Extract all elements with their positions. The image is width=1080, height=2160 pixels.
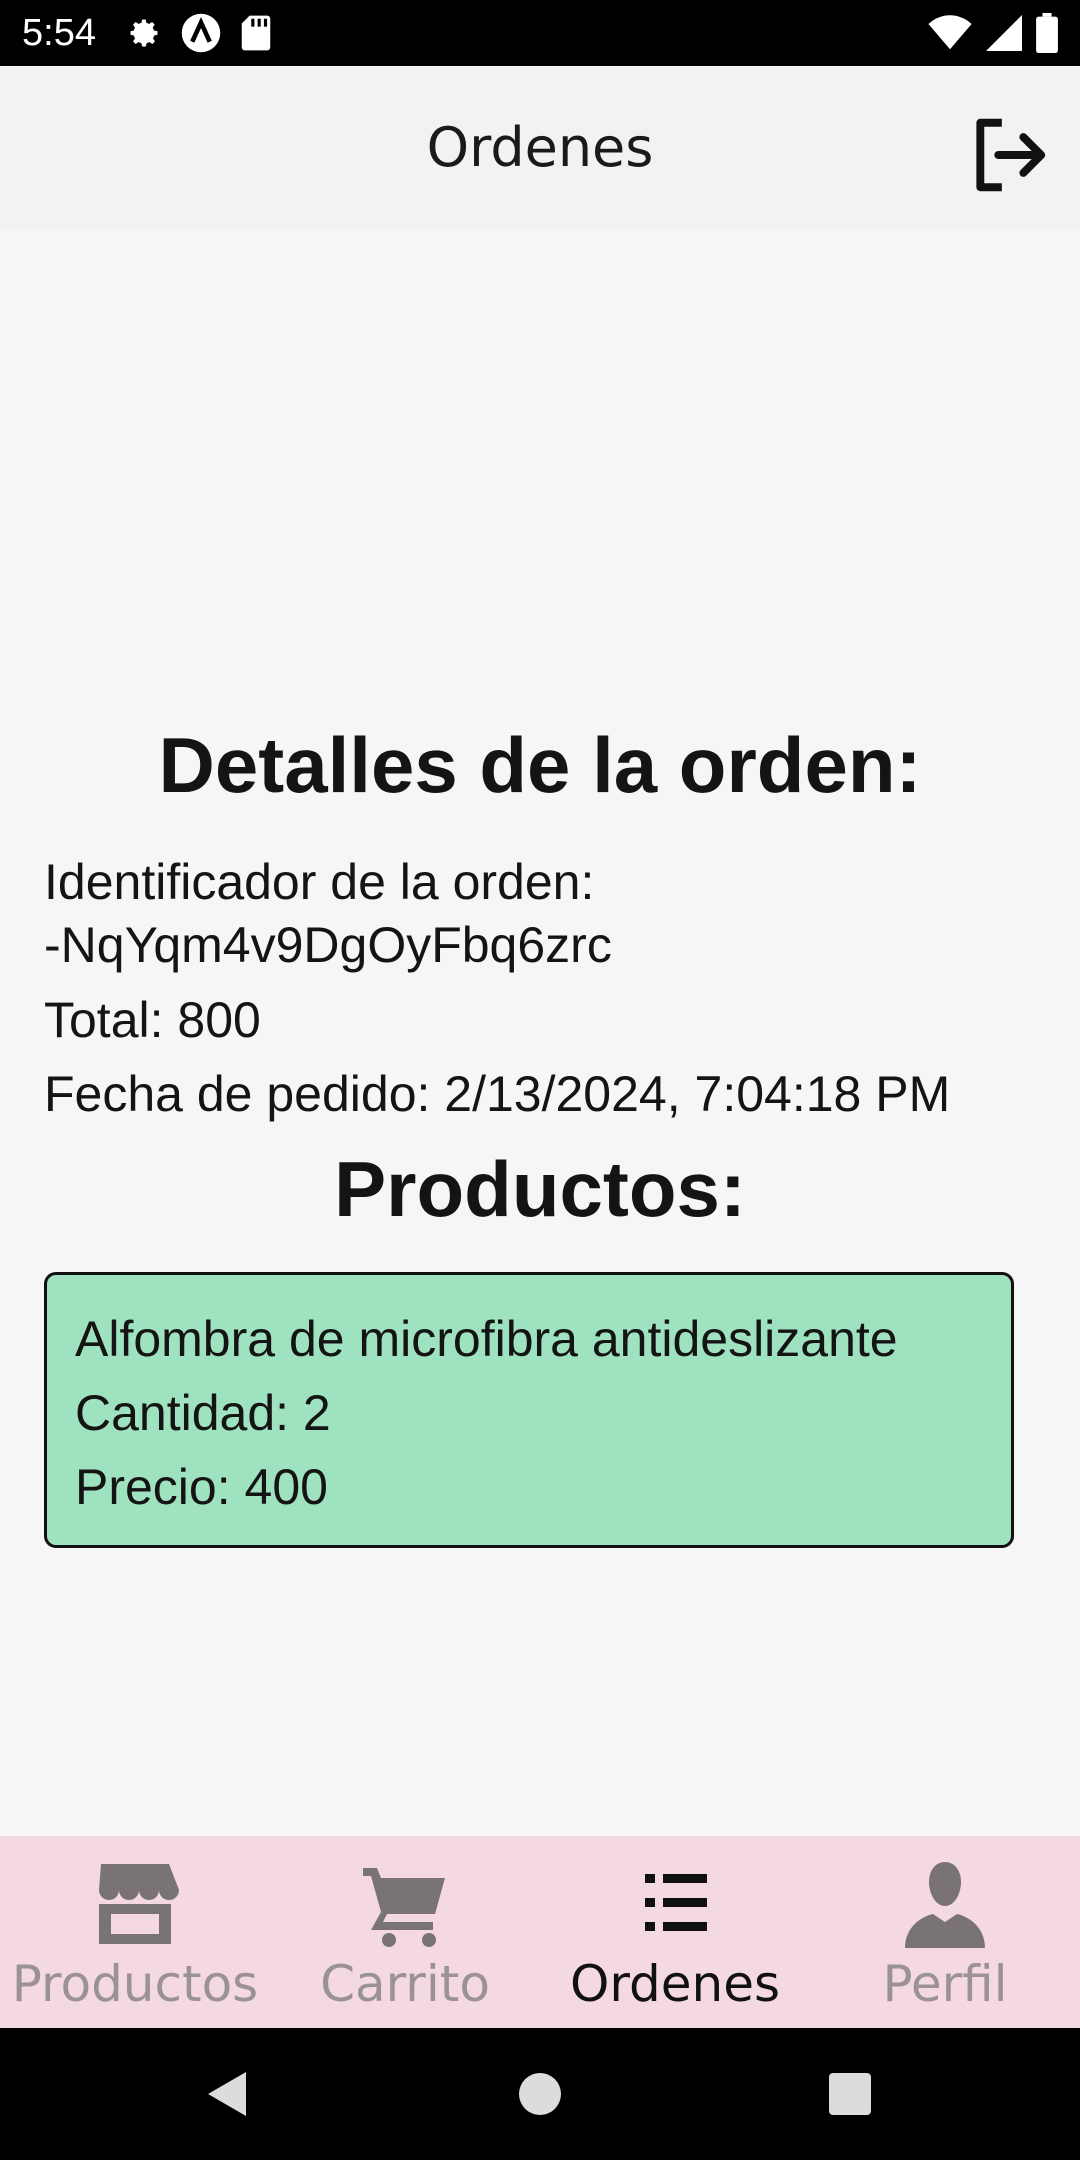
bottom-nav: Productos Carrito Ordenes Perfil — [0, 1836, 1080, 2028]
logout-button[interactable] — [966, 112, 1052, 198]
products-heading: Productos: — [334, 1145, 746, 1233]
tab-carrito[interactable]: Carrito — [270, 1836, 540, 2028]
list-icon — [645, 1874, 707, 1931]
wifi-icon — [928, 15, 972, 50]
page-title: Ordenes — [426, 116, 654, 179]
tab-label: Productos — [11, 1955, 259, 2013]
logout-icon — [976, 118, 1046, 192]
tab-perfil[interactable]: Perfil — [810, 1836, 1080, 2028]
product-card: Alfombra de microfibra antideslizante Ca… — [44, 1272, 1014, 1548]
tab-productos[interactable]: Productos — [0, 1836, 270, 2028]
product-name: Alfombra de microfibra antideslizante — [75, 1311, 898, 1367]
tab-label: Perfil — [882, 1955, 1008, 2013]
recents-icon[interactable] — [820, 2064, 880, 2124]
person-icon — [905, 1862, 985, 1948]
tab-ordenes[interactable]: Ordenes — [540, 1836, 810, 2028]
app-header: Ordenes — [0, 66, 1080, 230]
status-time: 5:54 — [22, 12, 96, 54]
order-total: Total: 800 — [44, 992, 261, 1048]
order-date: Fecha de pedido: 2/13/2024, 7:04:18 PM — [44, 1066, 951, 1122]
status-icons-right — [928, 10, 1058, 56]
order-id-value: -NqYqm4v9DgOyFbq6zrc — [44, 917, 612, 973]
gear-icon — [130, 19, 158, 47]
battery-icon — [1036, 13, 1058, 53]
a-icon — [181, 13, 221, 53]
tab-label: Carrito — [320, 1955, 490, 2013]
cart-icon — [363, 1868, 445, 1947]
store-icon — [99, 1864, 179, 1944]
sd-card-icon — [241, 15, 271, 51]
status-bar: 5:54 — [0, 0, 1080, 66]
status-icons-left — [126, 12, 272, 54]
order-details-heading: Detalles de la orden: — [158, 721, 922, 809]
signal-icon — [986, 15, 1022, 51]
product-price: Precio: 400 — [75, 1459, 328, 1515]
product-quantity: Cantidad: 2 — [75, 1385, 331, 1441]
order-id-label: Identificador de la orden: — [44, 854, 595, 910]
home-icon[interactable] — [510, 2064, 570, 2124]
back-icon[interactable] — [200, 2064, 260, 2124]
system-nav-bar — [0, 2028, 1080, 2160]
tab-label: Ordenes — [569, 1955, 781, 2013]
